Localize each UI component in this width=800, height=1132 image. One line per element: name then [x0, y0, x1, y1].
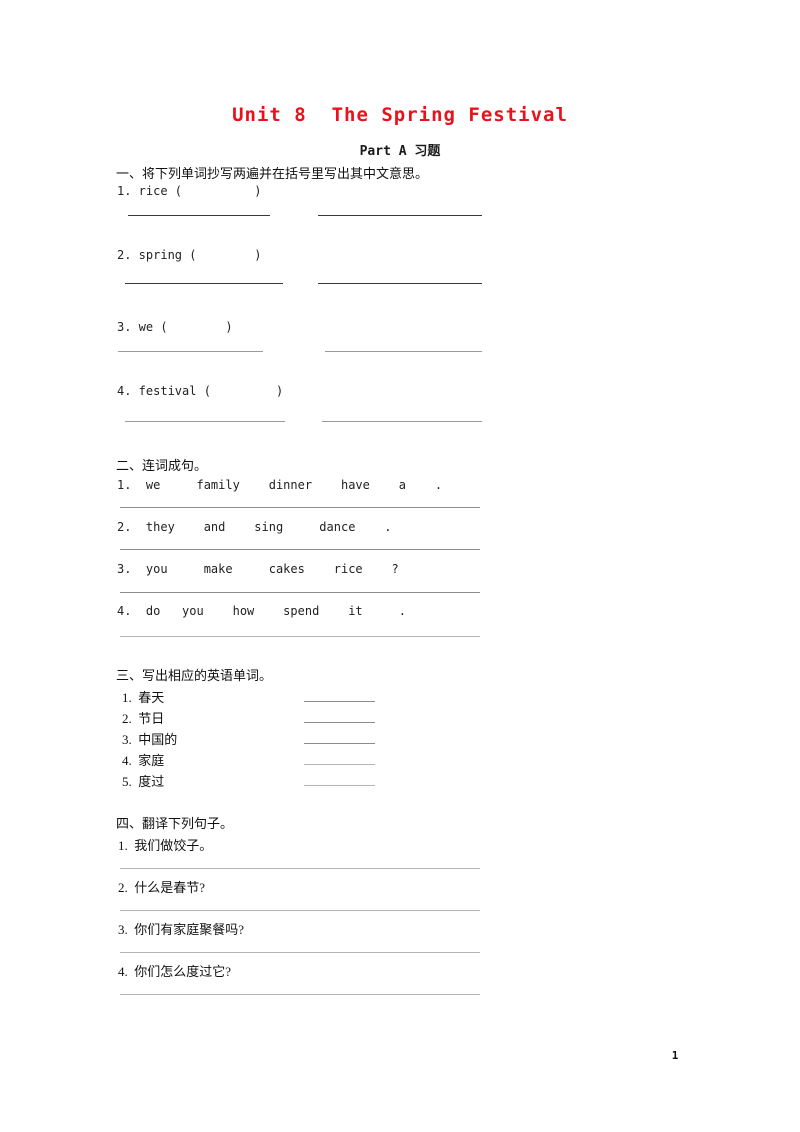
section-1-item-2-blank-left[interactable] [125, 283, 283, 284]
section-1-item-3-blank-right[interactable] [325, 351, 482, 352]
section-2-item-3: 3. you make cakes rice ? [117, 562, 399, 576]
section-1-heading: 一、将下列单词抄写两遍并在括号里写出其中文意思。 [116, 166, 429, 181]
section-2-answer-rule-4[interactable] [120, 636, 480, 637]
section-3-item-4: 4. 家庭 [122, 753, 165, 768]
section-1-item-1-blank-left[interactable] [128, 215, 270, 216]
section-3-item-5-blank[interactable] [304, 785, 375, 786]
section-3-item-1-blank[interactable] [304, 701, 375, 702]
section-3-item-3-blank[interactable] [304, 743, 375, 744]
section-1-item-3-blank-left[interactable] [118, 351, 263, 352]
section-1-item-3: 3. we ( ) [117, 320, 233, 334]
section-1-item-4-blank-left[interactable] [125, 421, 285, 422]
section-2-answer-rule-1[interactable] [120, 507, 480, 508]
section-3-item-3: 3. 中国的 [122, 732, 178, 747]
section-3-item-4-blank[interactable] [304, 764, 375, 765]
section-4-item-1: 1. 我们做饺子。 [118, 838, 213, 853]
section-3-heading: 三、写出相应的英语单词。 [116, 668, 273, 683]
page-number: 1 [671, 1049, 679, 1062]
section-3-item-2: 2. 节日 [122, 711, 165, 726]
page-title: Unit 8 The Spring Festival [232, 104, 568, 126]
section-1-item-1: 1. rice ( ) [117, 184, 262, 198]
section-4-heading: 四、翻译下列句子。 [116, 816, 234, 831]
section-2-item-1: 1. we family dinner have a . [117, 478, 443, 492]
section-4-answer-rule-4[interactable] [120, 994, 480, 995]
section-4-answer-rule-1[interactable] [120, 868, 480, 869]
section-4-answer-rule-2[interactable] [120, 910, 480, 911]
page-subtitle: Part A 习题 [359, 144, 441, 159]
section-1-item-4: 4. festival ( ) [117, 384, 284, 398]
section-3-item-5: 5. 度过 [122, 774, 165, 789]
worksheet-page: Unit 8 The Spring Festival Part A 习题 一、将… [0, 0, 800, 1132]
section-2-answer-rule-3[interactable] [120, 592, 480, 593]
section-4-answer-rule-3[interactable] [120, 952, 480, 953]
section-2-heading: 二、连词成句。 [116, 458, 208, 473]
section-3-item-1: 1. 春天 [122, 690, 165, 705]
section-4-item-3: 3. 你们有家庭聚餐吗? [118, 922, 245, 937]
section-1-item-1-blank-right[interactable] [318, 215, 482, 216]
section-2-item-2: 2. they and sing dance . [117, 520, 392, 534]
section-2-answer-rule-2[interactable] [120, 549, 480, 550]
section-4-item-4: 4. 你们怎么度过它? [118, 964, 232, 979]
section-1-item-4-blank-right[interactable] [322, 421, 482, 422]
section-2-item-4: 4. do you how spend it . [117, 604, 406, 618]
section-1-item-2: 2. spring ( ) [117, 248, 262, 262]
section-4-item-2: 2. 什么是春节? [118, 880, 206, 895]
section-1-item-2-blank-right[interactable] [318, 283, 482, 284]
section-3-item-2-blank[interactable] [304, 722, 375, 723]
